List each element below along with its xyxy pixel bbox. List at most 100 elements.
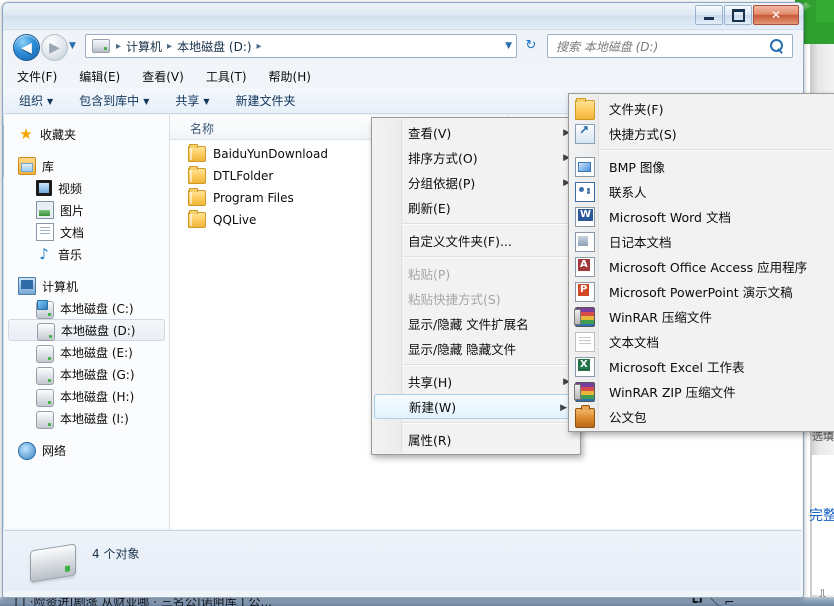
new-submenu-item-folder[interactable]: 文件夹(F) <box>569 96 834 121</box>
menu-view[interactable]: 查看(V) <box>142 68 184 85</box>
shortcut-icon <box>575 123 595 144</box>
close-button[interactable]: ✕ <box>753 5 799 25</box>
breadcrumb-separator-2[interactable]: ▸ <box>254 41 265 52</box>
taskbar[interactable]: | | ·险资进|剧涨 从财亚哪 · 三名公|诺阻厍 | 公... ┗┚ ＼ ⌐ <box>0 597 834 606</box>
sidebar-item-network[interactable]: 网络 <box>4 439 169 461</box>
new-submenu-item-word-document[interactable]: Microsoft Word 文档 <box>569 204 834 229</box>
forward-button[interactable]: ▶ <box>41 34 68 61</box>
new-submenu-item-bmp-image[interactable]: BMP 图像 <box>569 154 834 179</box>
drive-icon <box>36 410 54 429</box>
organize-button[interactable]: 组织 ▼ <box>19 92 53 109</box>
menu-help[interactable]: 帮助(H) <box>269 68 311 85</box>
drive-icon <box>30 543 76 583</box>
context-menu-separator <box>402 422 578 424</box>
sidebar-item-libraries[interactable]: 库 <box>4 155 169 177</box>
new-submenu-item-powerpoint-presentation[interactable]: Microsoft PowerPoint 演示文稿 <box>569 279 834 304</box>
new-submenu-item-text-document[interactable]: 文本文档 <box>569 329 834 354</box>
navigation-pane: ★ 收藏夹 库 视频 图片 文档 ♪ 音乐 计算机 本地磁盘 (C:) 本地磁盘… <box>4 115 170 529</box>
new-folder-button[interactable]: 新建文件夹 <box>236 92 296 109</box>
new-submenu-item-excel-worksheet[interactable]: Microsoft Excel 工作表 <box>569 354 834 379</box>
bmp-image-icon <box>575 156 595 177</box>
minimize-button[interactable] <box>695 5 723 25</box>
item-count-label: 4 个对象 <box>92 547 140 561</box>
new-submenu-label: 快捷方式(S) <box>609 127 677 142</box>
sidebar-item-label: 图片 <box>60 203 85 218</box>
new-submenu-item-contact[interactable]: 联系人 <box>569 179 834 204</box>
new-submenu-label: WinRAR ZIP 压缩文件 <box>609 385 736 400</box>
context-menu-item-properties[interactable]: 属性(R) <box>372 427 580 452</box>
drive-icon <box>92 39 110 53</box>
details-pane: 4 个对象 <box>4 530 801 591</box>
new-submenu-item-shortcut[interactable]: 快捷方式(S) <box>569 121 834 146</box>
sidebar-item-label: 视频 <box>58 181 83 196</box>
sidebar-item-videos[interactable]: 视频 <box>4 177 169 199</box>
column-header-name[interactable]: 名称 <box>190 120 214 137</box>
menu-tools[interactable]: 工具(T) <box>206 68 247 85</box>
sidebar-item-local-disk-g[interactable]: 本地磁盘 (G:) <box>4 363 169 385</box>
back-arrow-icon: ◀ <box>21 39 32 56</box>
context-menu-item-toggle-file-extensions[interactable]: 显示/隐藏 文件扩展名 <box>372 311 580 336</box>
new-submenu-item-access-application[interactable]: Microsoft Office Access 应用程序 <box>569 254 834 279</box>
address-bar[interactable]: ▸ 计算机 ▸ 本地磁盘 (D:) ▸ ▼ <box>85 34 517 58</box>
context-menu-label: 排序方式(O) <box>408 151 478 166</box>
sidebar-item-label: 本地磁盘 (C:) <box>60 301 134 316</box>
sidebar-item-local-disk-d[interactable]: 本地磁盘 (D:) <box>8 319 165 341</box>
context-menu-item-share-with[interactable]: 共享(H) ▶ <box>372 369 580 394</box>
new-submenu-item-winrar-zip-archive[interactable]: WinRAR ZIP 压缩文件 <box>569 379 834 404</box>
context-menu-separator <box>402 364 578 366</box>
sidebar-item-favorites[interactable]: ★ 收藏夹 <box>4 123 169 145</box>
recent-pages-dropdown[interactable]: ▼ <box>69 41 81 51</box>
context-menu-item-group-by[interactable]: 分组依据(P) ▶ <box>372 170 580 195</box>
breadcrumb-computer[interactable]: 计算机 <box>124 38 164 55</box>
forward-arrow-icon: ▶ <box>49 39 60 56</box>
picture-icon <box>36 201 54 219</box>
winrar-zip-icon <box>574 382 595 402</box>
new-submenu-label: Microsoft Excel 工作表 <box>609 360 745 375</box>
include-in-library-button[interactable]: 包含到库中 ▼ <box>79 92 149 109</box>
access-database-icon <box>575 256 595 277</box>
briefcase-icon <box>575 405 595 428</box>
search-placeholder: 搜索 本地磁盘 (D:) <box>556 39 659 54</box>
taskbar-tray-text[interactable]: ┗┚ ＼ ⌐ <box>690 597 734 606</box>
sidebar-item-documents[interactable]: 文档 <box>4 221 169 243</box>
journal-document-icon <box>575 231 595 252</box>
menu-edit[interactable]: 编辑(E) <box>79 68 120 85</box>
search-icon[interactable] <box>770 39 784 53</box>
sidebar-item-label: 本地磁盘 (E:) <box>60 345 133 360</box>
sidebar-item-local-disk-h[interactable]: 本地磁盘 (H:) <box>4 385 169 407</box>
address-dropdown-icon[interactable]: ▼ <box>505 41 512 51</box>
context-menu-item-sort-by[interactable]: 排序方式(O) ▶ <box>372 145 580 170</box>
context-menu-label: 刷新(E) <box>408 201 451 216</box>
new-submenu-item-journal-document[interactable]: 日记本文档 <box>569 229 834 254</box>
context-menu-label: 共享(H) <box>408 375 453 390</box>
sidebar-item-pictures[interactable]: 图片 <box>4 199 169 221</box>
context-menu-item-customize-folder[interactable]: 自定义文件夹(F)... <box>372 228 580 253</box>
share-with-button[interactable]: 共享 ▼ <box>175 92 209 109</box>
sidebar-item-local-disk-i[interactable]: 本地磁盘 (I:) <box>4 407 169 429</box>
context-menu-label: 属性(R) <box>408 433 452 448</box>
breadcrumb-separator-0[interactable]: ▸ <box>113 41 124 52</box>
context-menu-label: 查看(V) <box>408 126 452 141</box>
maximize-button[interactable] <box>724 5 752 25</box>
taskbar-items-text[interactable]: | | ·险资进|剧涨 从财亚哪 · 三名公|诺阻厍 | 公... <box>14 597 272 606</box>
context-menu-item-toggle-hidden-files[interactable]: 显示/隐藏 隐藏文件 <box>372 336 580 361</box>
search-box[interactable]: 搜索 本地磁盘 (D:) <box>547 34 793 58</box>
menu-file[interactable]: 文件(F) <box>17 68 57 85</box>
new-submenu-item-winrar-archive[interactable]: WinRAR 压缩文件 <box>569 304 834 329</box>
breadcrumb-separator-1[interactable]: ▸ <box>164 41 175 52</box>
back-button[interactable]: ◀ <box>13 34 40 61</box>
new-submenu-item-briefcase[interactable]: 公文包 <box>569 404 834 429</box>
breadcrumb-local-disk-d[interactable]: 本地磁盘 (D:) <box>175 38 253 55</box>
window-titlebar[interactable]: ✕ <box>3 3 803 30</box>
refresh-button[interactable]: ↻ <box>521 36 541 56</box>
chevron-down-icon: ▼ <box>143 97 150 106</box>
context-menu-item-new[interactable]: 新建(W) ▶ <box>374 394 578 419</box>
context-menu-item-refresh[interactable]: 刷新(E) <box>372 195 580 220</box>
sidebar-item-computer[interactable]: 计算机 <box>4 275 169 297</box>
sidebar-item-music[interactable]: ♪ 音乐 <box>4 243 169 265</box>
sidebar-item-local-disk-e[interactable]: 本地磁盘 (E:) <box>4 341 169 363</box>
sidebar-item-label: 文档 <box>60 225 85 240</box>
sidebar-item-label: 收藏夹 <box>40 127 77 142</box>
sidebar-item-local-disk-c[interactable]: 本地磁盘 (C:) <box>4 297 169 319</box>
context-menu-item-view[interactable]: 查看(V) ▶ <box>372 120 580 145</box>
